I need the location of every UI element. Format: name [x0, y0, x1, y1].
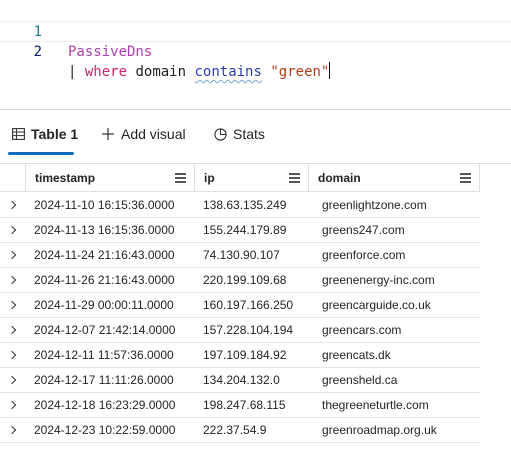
chevron-right-icon	[7, 225, 16, 235]
table-row[interactable]: 2024-12-23 10:22:59.0000 222.37.54.9 gre…	[0, 418, 480, 443]
expand-row-button[interactable]	[0, 318, 25, 342]
table-row[interactable]: 2024-12-18 16:23:29.0000 198.247.68.115 …	[0, 393, 480, 418]
timestamp-cell: 2024-12-17 11:11:26.0000	[34, 373, 174, 387]
field-token: domain	[135, 64, 187, 80]
column-header-label: timestamp	[35, 171, 96, 185]
ip-cell: 222.37.54.9	[203, 423, 267, 437]
grid-rows: 2024-11-10 16:15:36.0000 138.63.135.249 …	[0, 193, 480, 443]
column-menu-icon[interactable]	[289, 173, 300, 183]
chevron-right-icon	[7, 325, 16, 335]
chevron-right-icon	[7, 200, 16, 210]
add-visual-label: Add visual	[121, 126, 186, 142]
ip-cell: 138.63.135.249	[203, 198, 287, 212]
table-row[interactable]: 2024-12-11 11:57:36.0000 197.109.184.92 …	[0, 343, 480, 368]
expand-row-button[interactable]	[0, 193, 25, 217]
domain-cell: greenlightzone.com	[322, 198, 427, 212]
table-name-token: PassiveDns	[68, 44, 153, 60]
expand-row-button[interactable]	[0, 343, 25, 367]
ip-cell: 220.199.109.68	[203, 273, 287, 287]
column-menu-icon[interactable]	[460, 173, 471, 183]
timestamp-cell: 2024-11-29 00:00:11.0000	[34, 298, 174, 312]
expand-row-button[interactable]	[0, 268, 25, 292]
timestamp-cell: 2024-11-26 21:16:43.0000	[34, 273, 175, 287]
table-row[interactable]: 2024-11-24 21:16:43.0000 74.130.90.107 g…	[0, 243, 480, 268]
chevron-right-icon	[7, 375, 16, 385]
domain-cell: greencarguide.co.uk	[322, 298, 431, 312]
chevron-right-icon	[7, 300, 16, 310]
expand-row-button[interactable]	[0, 393, 25, 417]
contains-operator-token: contains	[194, 64, 262, 80]
grid-header: timestamp ip domain	[0, 164, 480, 192]
ip-cell: 198.247.68.115	[203, 398, 286, 412]
column-header-timestamp[interactable]: timestamp	[25, 164, 194, 192]
tab-stats[interactable]: Stats	[212, 124, 265, 144]
results-grid: timestamp ip domain 2024-11-10 16:15:36.…	[0, 163, 511, 454]
active-tab-indicator	[8, 152, 74, 155]
line-number: 2	[33, 44, 42, 60]
table-row[interactable]: 2024-11-29 00:00:11.0000 160.197.166.250…	[0, 293, 480, 318]
pipe-token: |	[68, 64, 77, 80]
chevron-right-icon	[7, 350, 16, 360]
domain-cell: greencats.dk	[322, 348, 391, 362]
text-caret	[329, 62, 331, 79]
table-grid-icon	[10, 126, 26, 142]
column-header-label: ip	[204, 171, 215, 185]
ip-cell: 157.228.104.194	[203, 323, 294, 337]
expand-row-button[interactable]	[0, 368, 25, 392]
ip-cell: 197.109.184.92	[203, 348, 287, 362]
expand-column-header	[0, 164, 25, 192]
tab-stats-label: Stats	[233, 126, 265, 142]
timestamp-cell: 2024-12-18 16:23:29.0000	[34, 398, 176, 412]
chevron-right-icon	[7, 275, 16, 285]
stats-icon	[212, 126, 228, 142]
table-row[interactable]: 2024-11-26 21:16:43.0000 220.199.109.68 …	[0, 268, 480, 293]
ip-cell: 160.197.166.250	[203, 298, 294, 312]
where-keyword-token: where	[84, 64, 128, 80]
query-results-panel: 1 PassiveDns 2 | where domain contains "…	[0, 0, 511, 454]
domain-cell: greenenergy-inc.com	[322, 273, 435, 287]
timestamp-cell: 2024-12-11 11:57:36.0000	[34, 348, 174, 362]
timestamp-cell: 2024-11-10 16:15:36.0000	[34, 198, 175, 212]
string-literal-token: "green"	[270, 64, 330, 80]
query-editor[interactable]: 1 PassiveDns 2 | where domain contains "…	[0, 0, 511, 110]
timestamp-cell: 2024-12-07 21:42:14.0000	[34, 323, 176, 337]
table-row[interactable]: 2024-12-07 21:42:14.0000 157.228.104.194…	[0, 318, 480, 343]
column-header-domain[interactable]: domain	[308, 164, 480, 192]
code-line-1: 1 PassiveDns	[0, 2, 511, 60]
tab-table-1[interactable]: Table 1	[10, 124, 78, 144]
domain-cell: greencars.com	[322, 323, 402, 337]
tab-table-label: Table 1	[31, 126, 79, 142]
expand-row-button[interactable]	[0, 293, 25, 317]
column-header-label: domain	[318, 171, 361, 185]
expand-row-button[interactable]	[0, 243, 25, 267]
chevron-right-icon	[7, 425, 16, 435]
result-tabs: Table 1 Add visual Stats	[0, 110, 511, 156]
domain-cell: thegreeneturtle.com	[322, 398, 429, 412]
timestamp-cell: 2024-11-24 21:16:43.0000	[34, 248, 175, 262]
table-row[interactable]: 2024-12-17 11:11:26.0000 134.204.132.0 g…	[0, 368, 480, 393]
table-row[interactable]: 2024-11-13 16:15:36.0000 155.244.179.89 …	[0, 218, 480, 243]
domain-cell: greenroadmap.org.uk	[322, 423, 437, 437]
chevron-right-icon	[7, 400, 16, 410]
ip-cell: 134.204.132.0	[203, 373, 280, 387]
domain-cell: greenforce.com	[322, 248, 406, 262]
table-row[interactable]: 2024-11-10 16:15:36.0000 138.63.135.249 …	[0, 193, 480, 218]
plus-icon	[100, 126, 116, 142]
add-visual-button[interactable]: Add visual	[100, 124, 186, 144]
timestamp-cell: 2024-11-13 16:15:36.0000	[34, 223, 175, 237]
ip-cell: 155.244.179.89	[203, 223, 287, 237]
expand-row-button[interactable]	[0, 418, 25, 442]
column-header-ip[interactable]: ip	[194, 164, 308, 192]
expand-row-button[interactable]	[0, 218, 25, 242]
domain-cell: greens247.com	[322, 223, 405, 237]
ip-cell: 74.130.90.107	[203, 248, 280, 262]
code-line-2: 2 | where domain contains "green"	[0, 21, 511, 80]
domain-cell: greensheld.ca	[322, 373, 398, 387]
timestamp-cell: 2024-12-23 10:22:59.0000	[34, 423, 176, 437]
column-menu-icon[interactable]	[175, 173, 186, 183]
chevron-right-icon	[7, 250, 16, 260]
